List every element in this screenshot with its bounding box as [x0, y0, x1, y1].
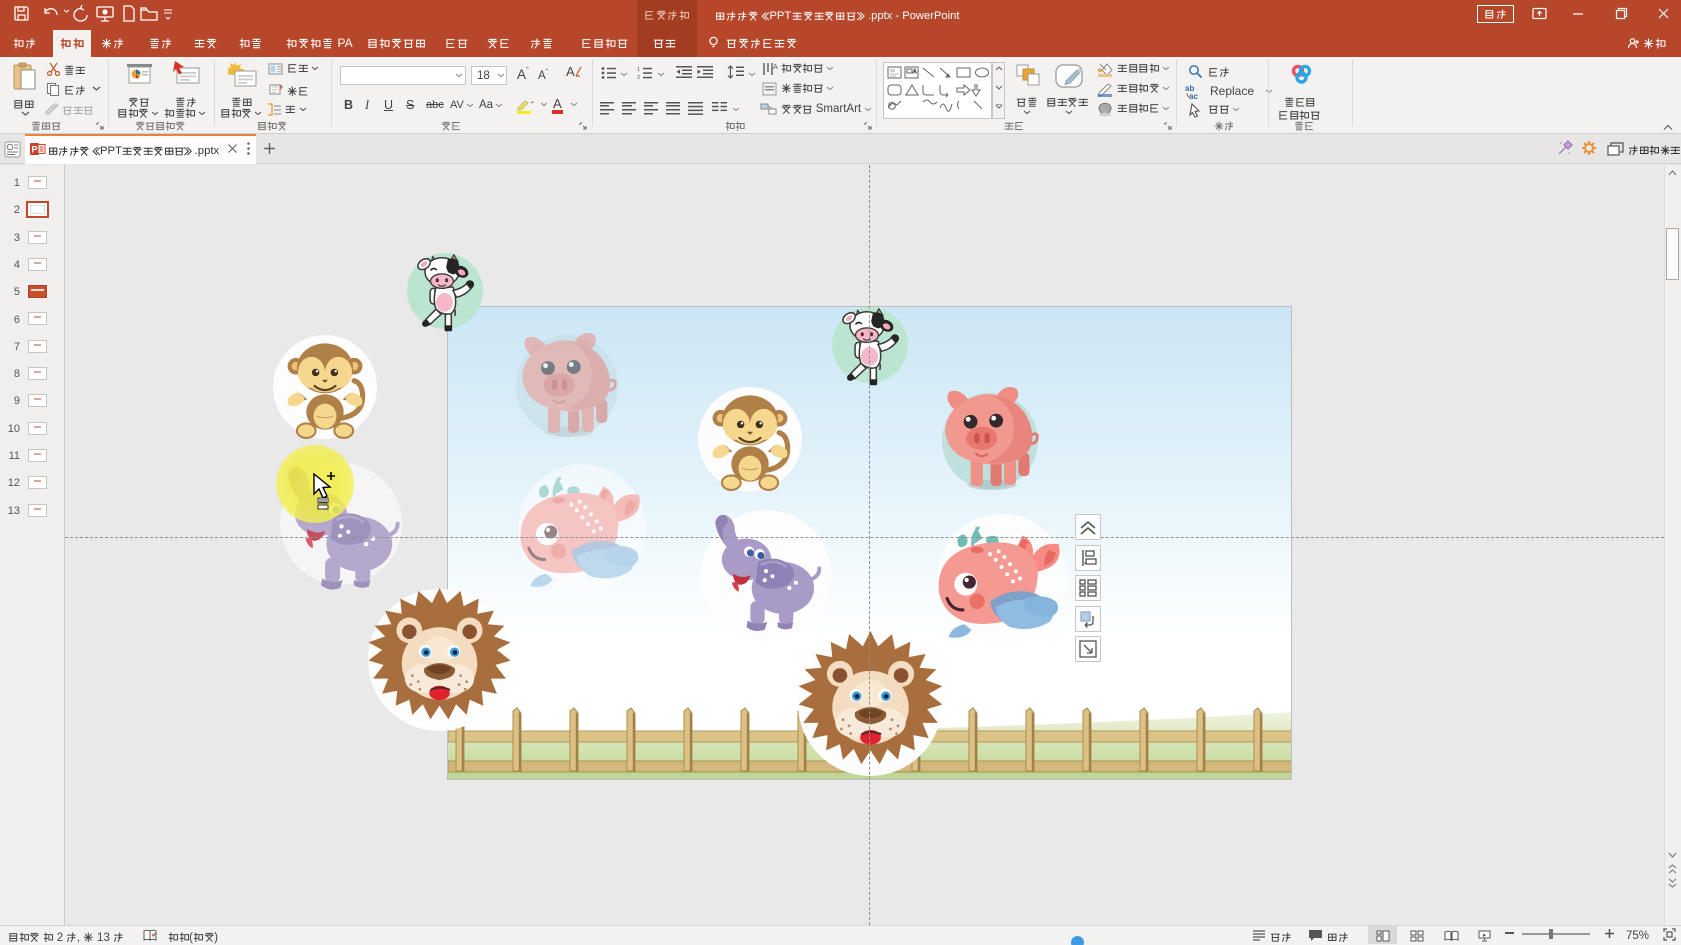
svg-text:2: 2 [637, 75, 640, 80]
svg-text:ac: ac [1189, 92, 1198, 99]
svg-text:A: A [566, 64, 575, 79]
svg-text:1: 1 [637, 67, 640, 73]
svg-text:P: P [32, 145, 38, 155]
svg-text:A: A [773, 64, 778, 71]
